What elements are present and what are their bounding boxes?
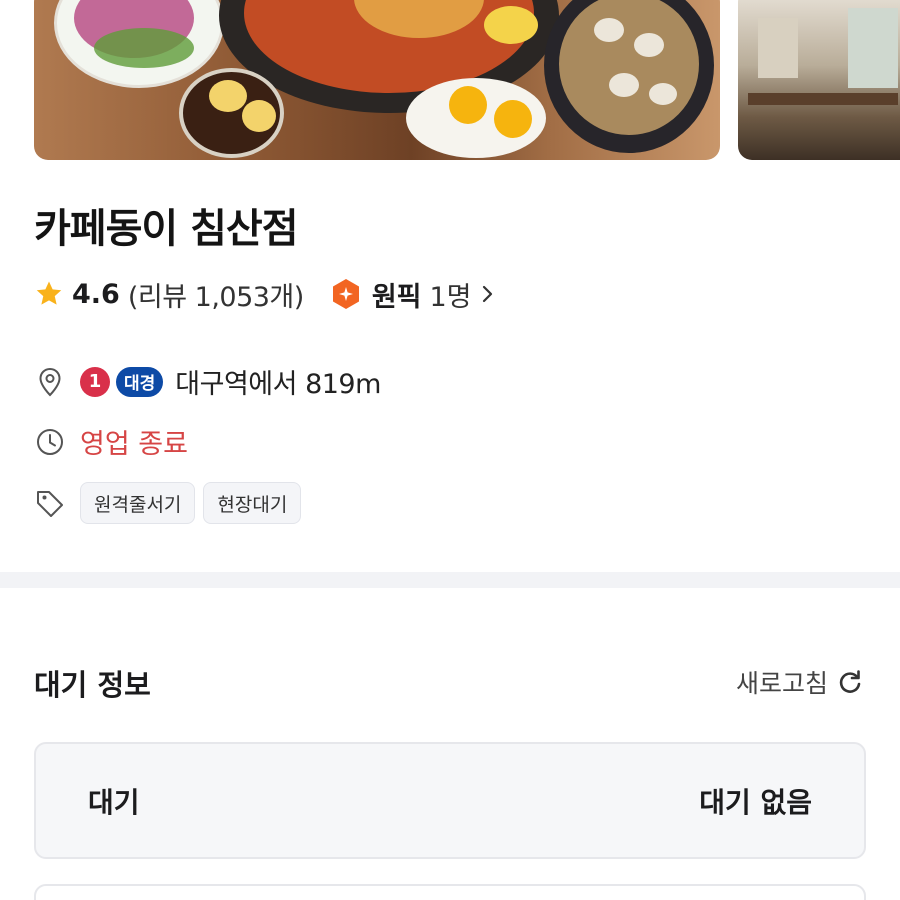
pick-badge-icon	[332, 279, 359, 309]
station-distance: 대구역에서 819m	[175, 369, 381, 400]
wait-label: 대기	[88, 785, 140, 819]
location-row[interactable]: 1 대경 대구역에서 819m	[34, 362, 381, 401]
subway-line-daegyeong-badge: 대경	[116, 366, 164, 397]
next-card	[34, 884, 866, 900]
map-pin-icon	[39, 367, 61, 396]
review-count[interactable]: (리뷰 1,053개)	[128, 275, 304, 314]
tags-row: 원격줄서기 현장대기	[34, 482, 309, 524]
refresh-icon	[839, 670, 861, 693]
store-photo-food[interactable]	[34, 0, 720, 160]
wait-status-card: 대기 대기 없음	[34, 742, 866, 859]
photo-gallery[interactable]	[0, 0, 900, 160]
tag-icon	[37, 491, 63, 517]
pick-count[interactable]: 1명	[430, 275, 472, 314]
section-divider	[0, 572, 900, 588]
star-icon	[36, 281, 62, 305]
tag-onsite-wait: 현장대기	[203, 482, 302, 524]
rating-row[interactable]: 4.6 (리뷰 1,053개) 원픽 1명	[34, 274, 496, 314]
wait-info-title: 대기 정보	[34, 668, 151, 702]
hours-row[interactable]: 영업 종료	[34, 422, 188, 461]
clock-icon	[37, 428, 63, 455]
store-photo-interior[interactable]	[738, 0, 900, 160]
store-name: 카페동이 침산점	[34, 206, 299, 252]
tag-remote-queue: 원격줄서기	[80, 482, 196, 524]
business-status: 영업 종료	[80, 429, 188, 460]
wait-value: 대기 없음	[699, 785, 812, 819]
rating-value: 4.6	[72, 278, 120, 310]
refresh-label: 새로고침	[735, 669, 828, 698]
refresh-button[interactable]: 새로고침	[736, 664, 864, 700]
subway-line-1-badge: 1	[80, 366, 110, 397]
pick-label[interactable]: 원픽	[372, 275, 422, 314]
chevron-right-icon[interactable]	[480, 282, 496, 306]
